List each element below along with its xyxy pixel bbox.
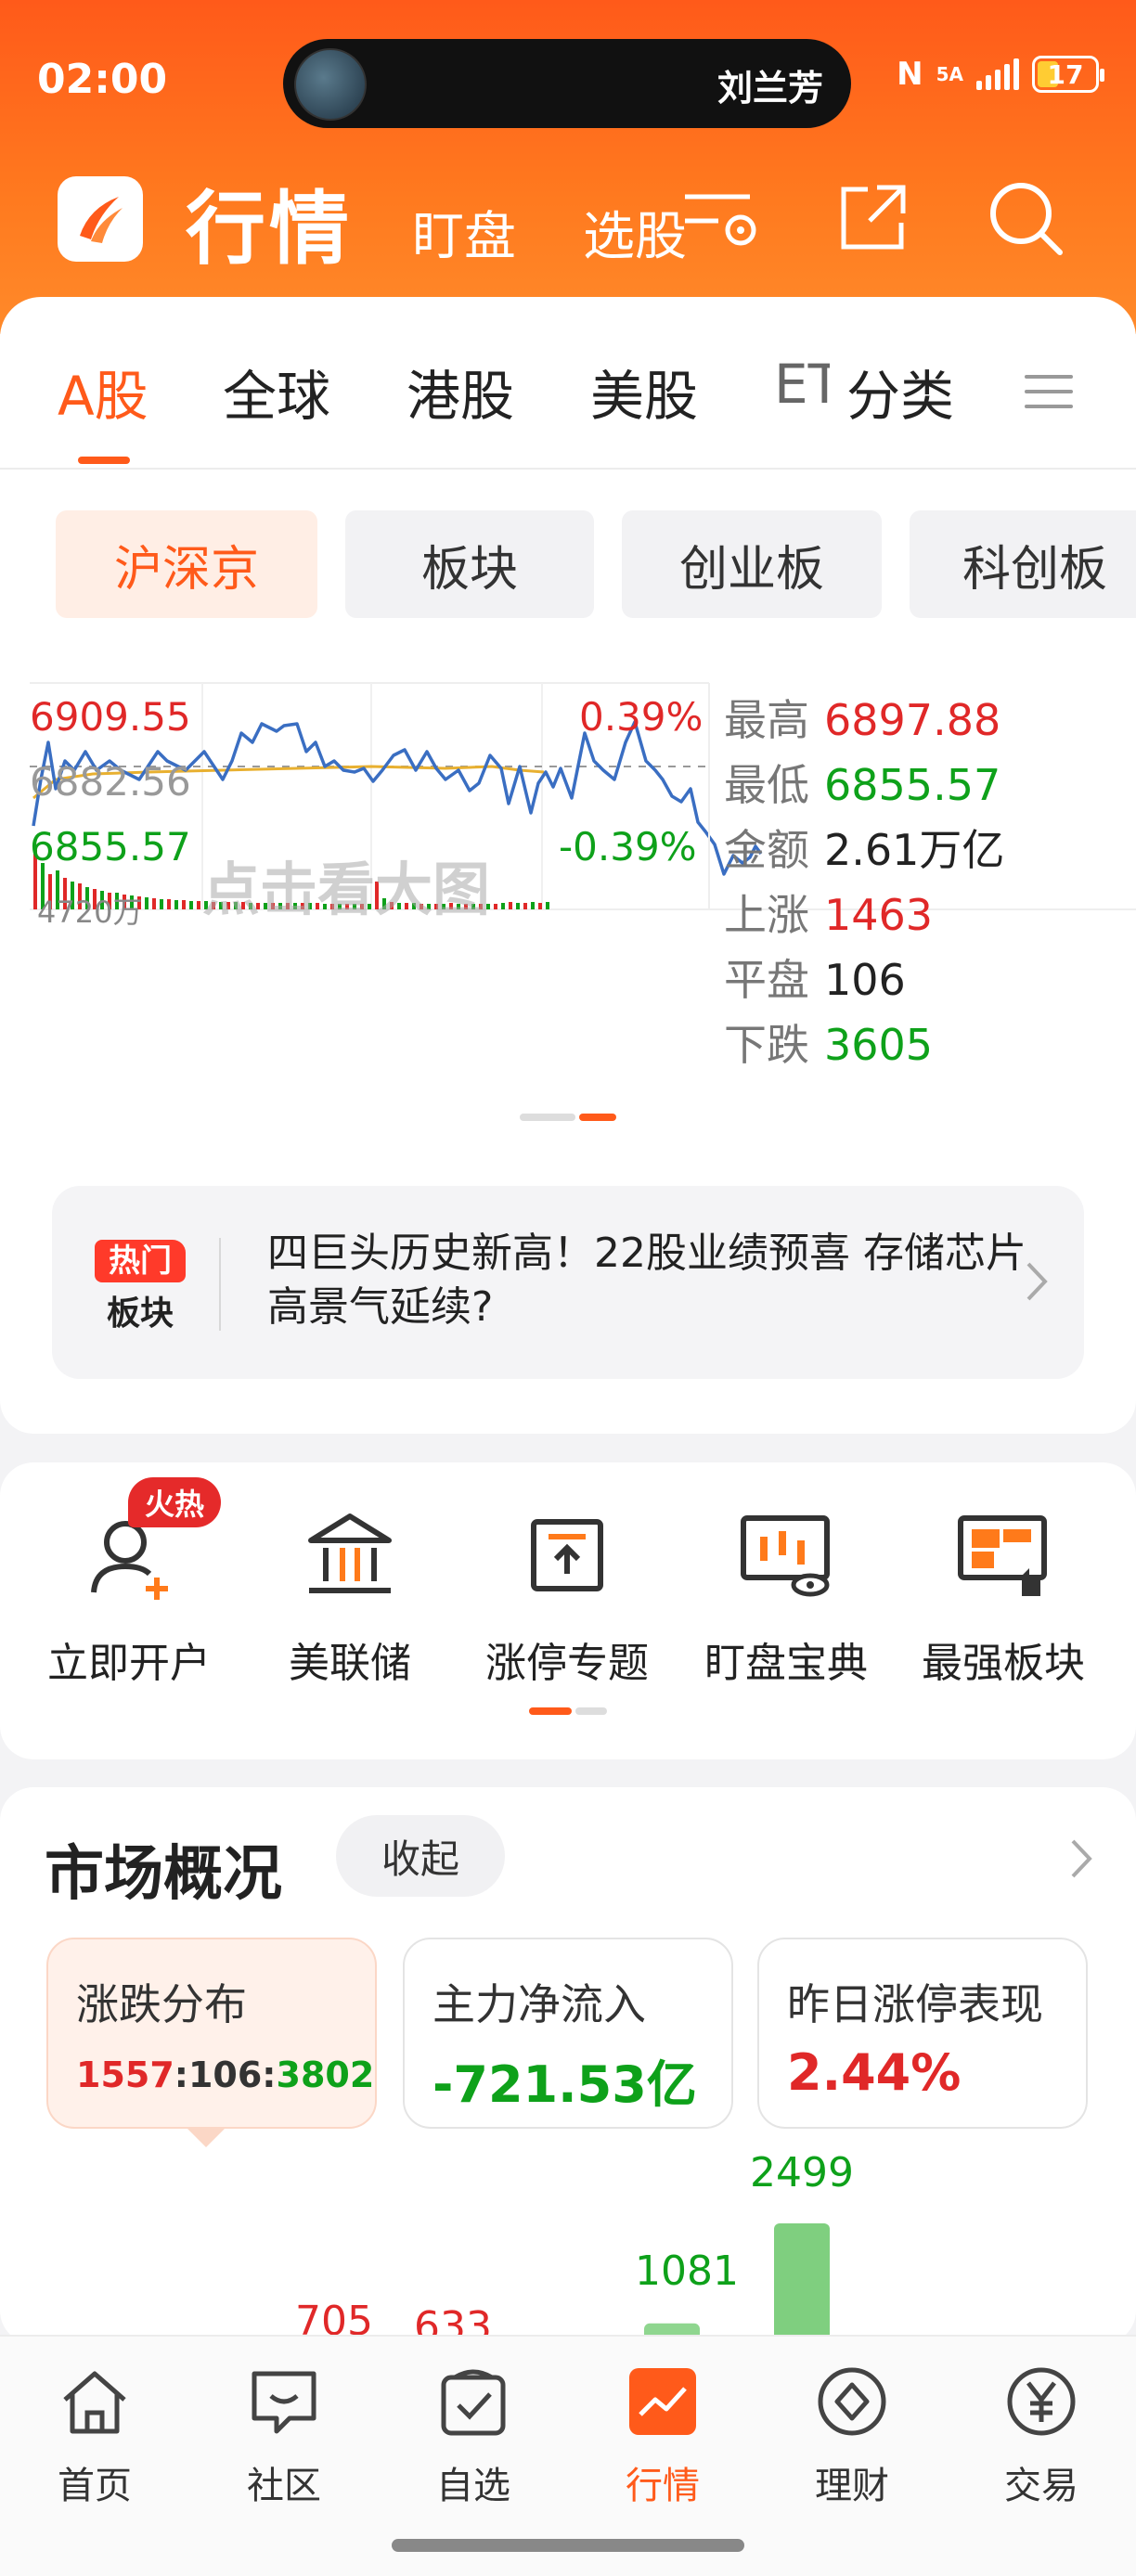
collapse-button[interactable]: 收起 (336, 1815, 505, 1897)
app-logo (58, 176, 143, 262)
status-indicators: N 5A 17 (897, 56, 1104, 93)
section-title: 市场概况 (45, 1840, 282, 1909)
tab-us[interactable]: 美股 (590, 353, 698, 431)
nfc-icon: N (897, 56, 923, 93)
base-price-label: 6882.56 (30, 759, 191, 805)
shortcut-open-account[interactable]: 立即开户 (22, 1500, 236, 1689)
bar-value-label: 1081 (635, 2248, 739, 2295)
shortcut-guide[interactable]: 盯盘宝典 (679, 1500, 893, 1689)
high-price-label: 6909.55 (30, 694, 191, 740)
sector-board-icon (958, 1515, 1047, 1596)
shortcut-fed[interactable]: 美联储 (243, 1500, 457, 1689)
pct-up-label: 0.39% (579, 694, 704, 740)
tab-category[interactable]: 分类 (846, 353, 954, 431)
shortcut-strongest[interactable]: 最强板块 (897, 1500, 1110, 1689)
chevron-right-icon[interactable] (1067, 1835, 1095, 1882)
watchlist-icon (441, 2369, 506, 2436)
bank-icon (308, 1513, 392, 1593)
monitor-chart-icon (741, 1515, 830, 1597)
divider (219, 1238, 221, 1331)
hot-news-banner[interactable]: 热门 板块 四巨头历史新高！22股业绩预喜 存储芯片高景气延续? (52, 1186, 1084, 1379)
battery-icon: 17 (1032, 56, 1104, 93)
market-chart-icon (629, 2368, 696, 2435)
hot-sector-tag: 热门 板块 (95, 1240, 186, 1334)
chip-hushenjing[interactable]: 沪深京 (56, 510, 317, 618)
pct-down-label: -0.39% (559, 824, 697, 869)
network-label: 5A (936, 63, 963, 85)
signal-icon (976, 58, 1019, 90)
distribution-chart[interactable] (0, 2140, 1136, 2344)
chart-pager (520, 1114, 622, 1121)
nav-trade[interactable]: 交易 (958, 2363, 1125, 2509)
yen-coin-icon (1007, 2367, 1076, 2436)
divider (0, 468, 1136, 470)
limit-up-icon (531, 1519, 603, 1591)
stat-flat-count: 平盘 106 (724, 955, 906, 1005)
search-icon[interactable] (984, 176, 1067, 260)
menu-icon[interactable] (1025, 375, 1073, 419)
nav-market[interactable]: 行情 (579, 2363, 746, 2509)
rise-fall-distribution[interactable]: 涨跌分布 1557:106:3802 (46, 1938, 377, 2129)
news-headline[interactable]: 四巨头历史新高！22股业绩预喜 存储芯片高景气延续? (267, 1227, 1028, 1334)
stat-down-count: 下跌 3605 (724, 1020, 934, 1070)
tab-hk[interactable]: 港股 (407, 353, 514, 431)
stat-amount: 金额 2.61万亿 (724, 825, 1005, 875)
chip-bankuai[interactable]: 板块 (345, 510, 594, 618)
chevron-right-icon (1026, 1262, 1048, 1301)
status-time: 02:00 (37, 56, 168, 103)
island-name: 刘兰芳 (716, 68, 823, 109)
nav-community[interactable]: 社区 (200, 2363, 368, 2509)
shortcut-grid: 立即开户 火热 美联储 涨停专题 盯盘宝典 最强板块 (0, 1462, 1136, 1759)
header: 02:00 刘兰芳 N 5A 17 行情 盯盘 选股 (0, 0, 1136, 334)
market-tabs: A股 全球 港股 美股 ET 分类 (0, 353, 1136, 445)
battery-level: 17 (1047, 58, 1084, 90)
tab-global[interactable]: 全球 (223, 353, 330, 431)
home-icon (63, 2371, 126, 2434)
dynamic-island[interactable]: 刘兰芳 (283, 39, 851, 128)
nav-dingpan[interactable]: 盯盘 (412, 195, 516, 270)
distribution-bar (774, 2223, 830, 2344)
wealth-icon (818, 2367, 886, 2436)
index-card: A股 全球 港股 美股 ET 分类 沪深京 板块 创业板 科创板 6909.55… (0, 297, 1136, 1434)
page-title: 行情 (186, 183, 353, 276)
settings-list-icon[interactable] (678, 176, 761, 260)
hot-badge: 火热 (128, 1477, 222, 1527)
volume-label: 4720万 (37, 895, 143, 930)
home-indicator (392, 2539, 744, 2552)
main-net-inflow[interactable]: 主力净流入 -721.53亿 (403, 1938, 733, 2129)
chat-icon (252, 2371, 316, 2434)
chip-kechuang[interactable]: 科创板 (910, 510, 1136, 618)
shortcut-limit-up[interactable]: 涨停专题 (460, 1500, 674, 1689)
shortcut-pager (529, 1707, 607, 1715)
share-icon[interactable] (831, 176, 914, 260)
nav-home[interactable]: 首页 (11, 2363, 178, 2509)
market-overview: 市场概况 收起 涨跌分布 1557:106:3802 主力净流入 -721.53… (0, 1787, 1136, 2344)
nav-wealth[interactable]: 理财 (768, 2363, 936, 2509)
stat-high: 最高 6897.88 (724, 695, 1001, 745)
stat-up-count: 上涨 1463 (724, 890, 934, 940)
nav-xuangu[interactable]: 选股 (583, 195, 687, 270)
nav-watchlist[interactable]: 自选 (390, 2363, 557, 2509)
tab-etf[interactable]: ET (774, 353, 830, 416)
bottom-nav: 首页 社区 自选 行情 理财 交易 (0, 2335, 1136, 2576)
stat-low: 最低 6855.57 (724, 760, 1001, 810)
bar-value-label: 2499 (750, 2149, 854, 2196)
chip-chuangye[interactable]: 创业板 (622, 510, 882, 618)
yesterday-limit-up[interactable]: 昨日涨停表现 2.44% (757, 1938, 1088, 2129)
low-price-label: 6855.57 (30, 824, 191, 869)
tab-underline (78, 457, 130, 464)
avatar (294, 48, 367, 121)
tab-a-share[interactable]: A股 (58, 353, 148, 431)
chart-watermark[interactable]: 点击看大图 (202, 843, 490, 926)
